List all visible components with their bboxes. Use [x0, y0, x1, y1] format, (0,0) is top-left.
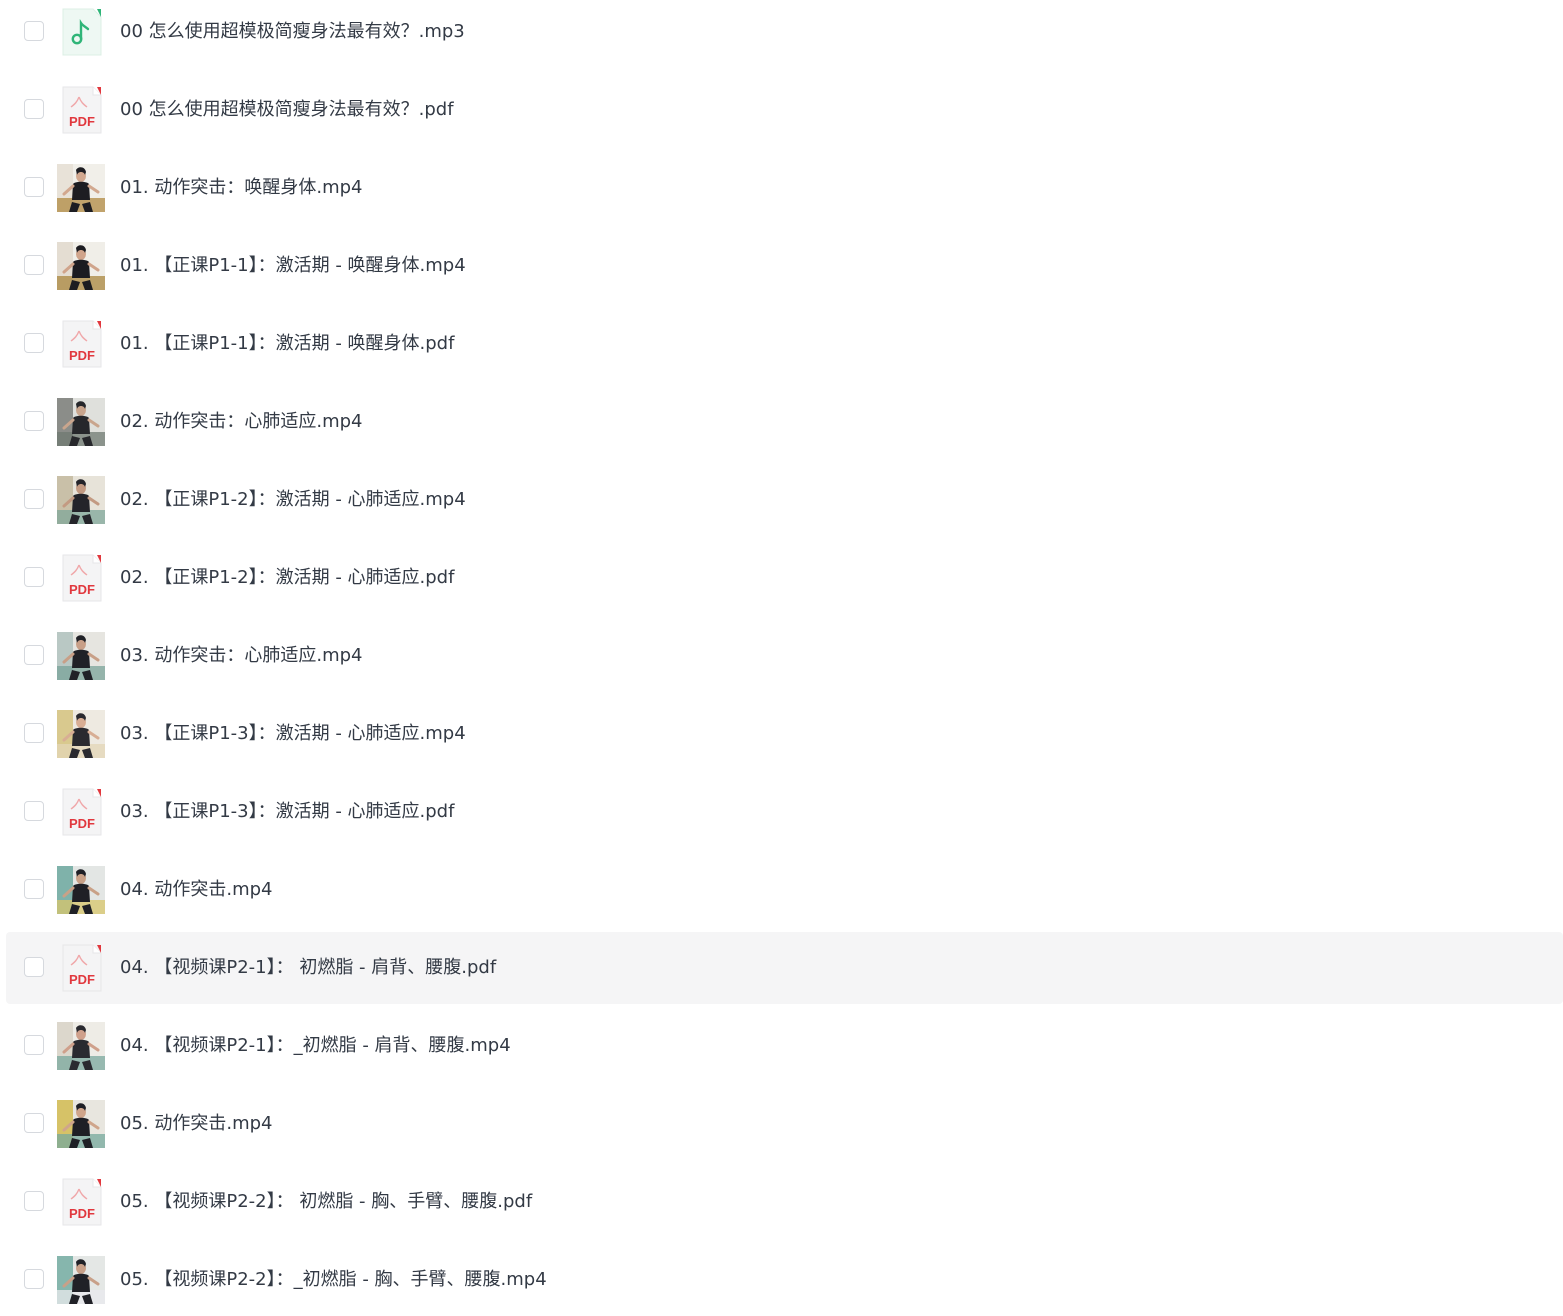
file-name[interactable]: 02. 动作突击：心肺适应.mp4 — [120, 386, 362, 458]
select-checkbox[interactable] — [24, 255, 44, 275]
file-row[interactable]: 03. 【正课P1-3】：激活期 - 心肺适应.mp4 — [6, 698, 1563, 770]
select-checkbox[interactable] — [24, 879, 44, 899]
file-row[interactable]: 01. 动作突击：唤醒身体.mp4 — [6, 152, 1563, 224]
svg-text:PDF: PDF — [69, 348, 95, 363]
svg-text:PDF: PDF — [69, 114, 95, 129]
pdf-file-icon: PDF — [62, 788, 102, 836]
select-checkbox[interactable] — [24, 645, 44, 665]
video-thumbnail — [57, 242, 105, 290]
file-name[interactable]: 05. 【视频课P2-2】：_初燃脂 - 胸、手臂、腰腹.mp4 — [120, 1244, 547, 1316]
file-row[interactable]: 00 怎么使用超模极简瘦身法最有效？.mp3 — [6, 0, 1563, 68]
file-name[interactable]: 01. 动作突击：唤醒身体.mp4 — [120, 152, 362, 224]
file-row[interactable]: PDF 00 怎么使用超模极简瘦身法最有效？.pdf — [6, 74, 1563, 146]
video-thumbnail — [57, 1256, 105, 1304]
select-checkbox[interactable] — [24, 723, 44, 743]
pdf-file-icon: PDF — [57, 944, 105, 992]
select-checkbox[interactable] — [24, 99, 44, 119]
file-row[interactable]: PDF 03. 【正课P1-3】：激活期 - 心肺适应.pdf — [6, 776, 1563, 848]
video-thumbnail — [57, 1100, 105, 1148]
video-thumbnail — [57, 632, 105, 680]
file-row[interactable]: PDF 04. 【视频课P2-1】： 初燃脂 - 肩背、腰腹.pdf — [6, 932, 1563, 1004]
file-name[interactable]: 03. 【正课P1-3】：激活期 - 心肺适应.pdf — [120, 776, 454, 848]
pdf-file-icon: PDF — [62, 554, 102, 602]
file-row[interactable]: 05. 【视频课P2-2】：_初燃脂 - 胸、手臂、腰腹.mp4 — [6, 1244, 1563, 1316]
file-name[interactable]: 01. 【正课P1-1】：激活期 - 唤醒身体.pdf — [120, 308, 454, 380]
svg-text:PDF: PDF — [69, 816, 95, 831]
file-name[interactable]: 03. 动作突击：心肺适应.mp4 — [120, 620, 362, 692]
video-thumbnail — [57, 1022, 105, 1070]
select-checkbox[interactable] — [24, 177, 44, 197]
video-thumbnail — [57, 710, 105, 758]
file-row[interactable]: 02. 动作突击：心肺适应.mp4 — [6, 386, 1563, 458]
select-checkbox[interactable] — [24, 957, 44, 977]
file-name[interactable]: 02. 【正课P1-2】：激活期 - 心肺适应.mp4 — [120, 464, 466, 536]
video-thumbnail — [57, 710, 105, 758]
music-note-icon — [62, 8, 102, 56]
svg-text:PDF: PDF — [69, 582, 95, 597]
video-thumbnail — [57, 866, 105, 914]
select-checkbox[interactable] — [24, 1113, 44, 1133]
file-name[interactable]: 00 怎么使用超模极简瘦身法最有效？.pdf — [120, 74, 454, 146]
file-name[interactable]: 05. 动作突击.mp4 — [120, 1088, 272, 1160]
video-thumbnail — [57, 476, 105, 524]
file-name[interactable]: 03. 【正课P1-3】：激活期 - 心肺适应.mp4 — [120, 698, 466, 770]
video-thumbnail — [57, 632, 105, 680]
select-checkbox[interactable] — [24, 1269, 44, 1289]
file-row[interactable]: 02. 【正课P1-2】：激活期 - 心肺适应.mp4 — [6, 464, 1563, 536]
audio-file-icon — [57, 8, 105, 56]
video-thumbnail — [57, 866, 105, 914]
file-row[interactable]: 04. 【视频课P2-1】：_初燃脂 - 肩背、腰腹.mp4 — [6, 1010, 1563, 1082]
video-thumbnail — [57, 1022, 105, 1070]
video-thumbnail — [57, 164, 105, 212]
file-row[interactable]: PDF 05. 【视频课P2-2】： 初燃脂 - 胸、手臂、腰腹.pdf — [6, 1166, 1563, 1238]
file-row[interactable]: 01. 【正课P1-1】：激活期 - 唤醒身体.mp4 — [6, 230, 1563, 302]
select-checkbox[interactable] — [24, 567, 44, 587]
select-checkbox[interactable] — [24, 489, 44, 509]
file-row[interactable]: 05. 动作突击.mp4 — [6, 1088, 1563, 1160]
select-checkbox[interactable] — [24, 21, 44, 41]
file-row[interactable]: PDF 01. 【正课P1-1】：激活期 - 唤醒身体.pdf — [6, 308, 1563, 380]
pdf-file-icon: PDF — [57, 788, 105, 836]
select-checkbox[interactable] — [24, 1191, 44, 1211]
pdf-file-icon: PDF — [62, 320, 102, 368]
file-row[interactable]: 04. 动作突击.mp4 — [6, 854, 1563, 926]
select-checkbox[interactable] — [24, 801, 44, 821]
select-checkbox[interactable] — [24, 411, 44, 431]
video-thumbnail — [57, 476, 105, 524]
pdf-file-icon: PDF — [62, 86, 102, 134]
file-name[interactable]: 04. 【视频课P2-1】： 初燃脂 - 肩背、腰腹.pdf — [120, 932, 496, 1004]
svg-text:PDF: PDF — [69, 972, 95, 987]
video-thumbnail — [57, 164, 105, 212]
file-name[interactable]: 04. 动作突击.mp4 — [120, 854, 272, 926]
pdf-file-icon: PDF — [62, 1178, 102, 1226]
file-name[interactable]: 01. 【正课P1-1】：激活期 - 唤醒身体.mp4 — [120, 230, 466, 302]
select-checkbox[interactable] — [24, 333, 44, 353]
pdf-file-icon: PDF — [57, 1178, 105, 1226]
pdf-file-icon: PDF — [57, 86, 105, 134]
video-thumbnail — [57, 1100, 105, 1148]
file-name[interactable]: 04. 【视频课P2-1】：_初燃脂 - 肩背、腰腹.mp4 — [120, 1010, 511, 1082]
file-name[interactable]: 00 怎么使用超模极简瘦身法最有效？.mp3 — [120, 0, 465, 68]
video-thumbnail — [57, 398, 105, 446]
svg-text:PDF: PDF — [69, 1206, 95, 1221]
video-thumbnail — [57, 242, 105, 290]
file-row[interactable]: PDF 02. 【正课P1-2】：激活期 - 心肺适应.pdf — [6, 542, 1563, 614]
pdf-file-icon: PDF — [62, 944, 102, 992]
pdf-file-icon: PDF — [57, 554, 105, 602]
video-thumbnail — [57, 398, 105, 446]
pdf-file-icon: PDF — [57, 320, 105, 368]
file-row[interactable]: 03. 动作突击：心肺适应.mp4 — [6, 620, 1563, 692]
file-name[interactable]: 02. 【正课P1-2】：激活期 - 心肺适应.pdf — [120, 542, 454, 614]
select-checkbox[interactable] — [24, 1035, 44, 1055]
video-thumbnail — [57, 1256, 105, 1304]
file-name[interactable]: 05. 【视频课P2-2】： 初燃脂 - 胸、手臂、腰腹.pdf — [120, 1166, 532, 1238]
